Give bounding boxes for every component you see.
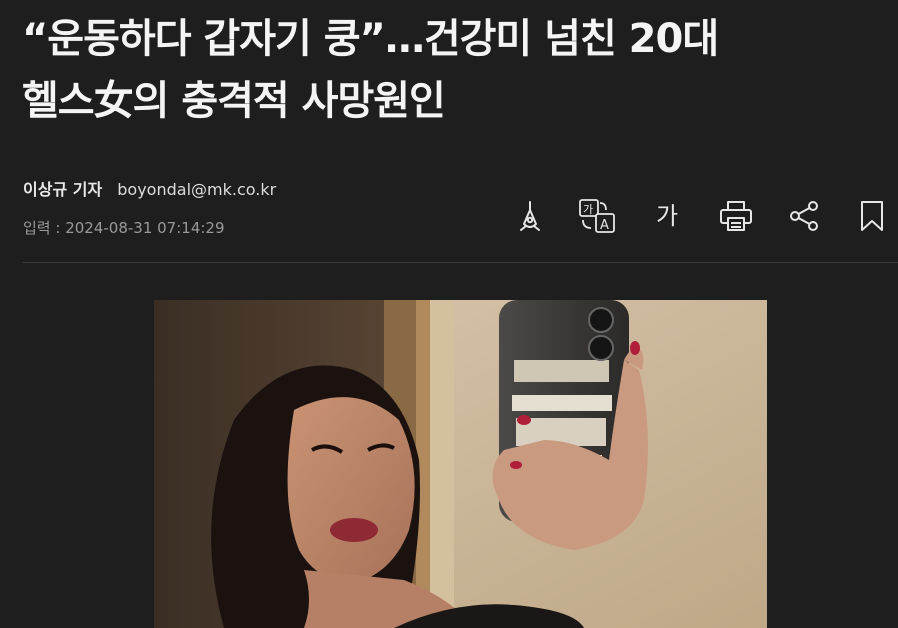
- author-email[interactable]: boyondal@mk.co.kr: [117, 180, 276, 199]
- print-icon[interactable]: [716, 196, 756, 236]
- author-name[interactable]: 이상규 기자: [23, 180, 102, 199]
- header-divider: [23, 262, 898, 263]
- font-size-label: 가: [655, 202, 679, 230]
- share-icon[interactable]: [784, 196, 824, 236]
- byline: 이상규 기자 boyondal@mk.co.kr: [23, 176, 276, 200]
- pen-nib-icon[interactable]: [510, 196, 550, 236]
- svg-text:가: 가: [583, 203, 593, 216]
- headline-line-1: “운동하다 갑자기 쿵”…건강미 넘친 20대: [22, 16, 719, 62]
- svg-text:A: A: [600, 218, 609, 233]
- article-page: “운동하다 갑자기 쿵”…건강미 넘친 20대 헬스女의 충격적 사망원인 이상…: [0, 0, 898, 628]
- article-photo: [154, 300, 767, 628]
- article-toolbar: 가 A 가: [510, 196, 894, 240]
- translate-icon[interactable]: 가 A: [577, 196, 617, 236]
- font-size-icon[interactable]: 가: [647, 196, 687, 236]
- article-headline: “운동하다 갑자기 쿵”…건강미 넘친 20대 헬스女의 충격적 사망원인: [22, 8, 882, 132]
- bookmark-icon[interactable]: [852, 196, 892, 236]
- publish-date: 입력 : 2024-08-31 07:14:29: [23, 219, 225, 237]
- headline-line-2: 헬스女의 충격적 사망원인: [22, 78, 446, 124]
